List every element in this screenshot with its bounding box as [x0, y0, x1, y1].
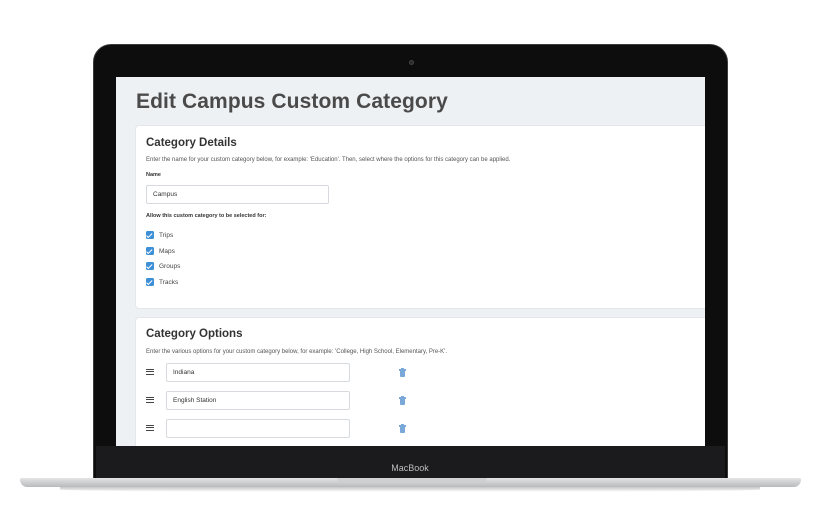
card-title: Category Details: [146, 137, 237, 149]
webcam-icon: [409, 60, 414, 65]
trash-icon[interactable]: [399, 396, 406, 405]
laptop-mockup: Edit Campus Custom Category Category Det…: [0, 0, 820, 530]
option-input[interactable]: [166, 419, 350, 438]
laptop-screen: Edit Campus Custom Category Category Det…: [116, 77, 705, 446]
screen-bottom-bezel: [96, 446, 725, 478]
option-input[interactable]: [166, 363, 350, 382]
page-title: Edit Campus Custom Category: [136, 90, 448, 113]
checkbox-groups[interactable]: Groups: [146, 261, 180, 271]
checkbox-trips[interactable]: Trips: [146, 230, 173, 240]
drag-handle-icon[interactable]: [146, 369, 154, 376]
laptop-shadow: [60, 487, 760, 492]
checkbox-tracks[interactable]: Tracks: [146, 277, 178, 287]
category-options-card: Category Options Enter the various optio…: [136, 318, 705, 446]
name-label: Name: [146, 172, 161, 178]
checkbox-label: Tracks: [159, 278, 179, 286]
card-description: Enter the name for your custom category …: [146, 157, 511, 163]
checkbox-checked-icon[interactable]: [146, 231, 154, 239]
card-title: Category Options: [146, 328, 243, 340]
brand-label: MacBook: [391, 463, 429, 473]
card-description: Enter the various options for your custo…: [146, 349, 447, 355]
drag-handle-icon[interactable]: [146, 425, 154, 432]
trash-icon[interactable]: [399, 424, 406, 433]
name-input[interactable]: [146, 185, 329, 204]
checkbox-checked-icon[interactable]: [146, 262, 154, 270]
option-input[interactable]: [166, 391, 350, 410]
category-details-card: Category Details Enter the name for your…: [136, 126, 705, 308]
trash-icon[interactable]: [399, 368, 406, 377]
checkbox-checked-icon[interactable]: [146, 278, 154, 286]
laptop-base-notch: [337, 478, 487, 482]
checkbox-maps[interactable]: Maps: [146, 246, 175, 256]
checkbox-label: Trips: [159, 231, 174, 239]
checkbox-label: Groups: [159, 262, 181, 270]
checkbox-checked-icon[interactable]: [146, 247, 154, 255]
allow-label: Allow this custom category to be selecte…: [146, 213, 267, 219]
drag-handle-icon[interactable]: [146, 397, 154, 404]
checkbox-label: Maps: [159, 247, 175, 255]
